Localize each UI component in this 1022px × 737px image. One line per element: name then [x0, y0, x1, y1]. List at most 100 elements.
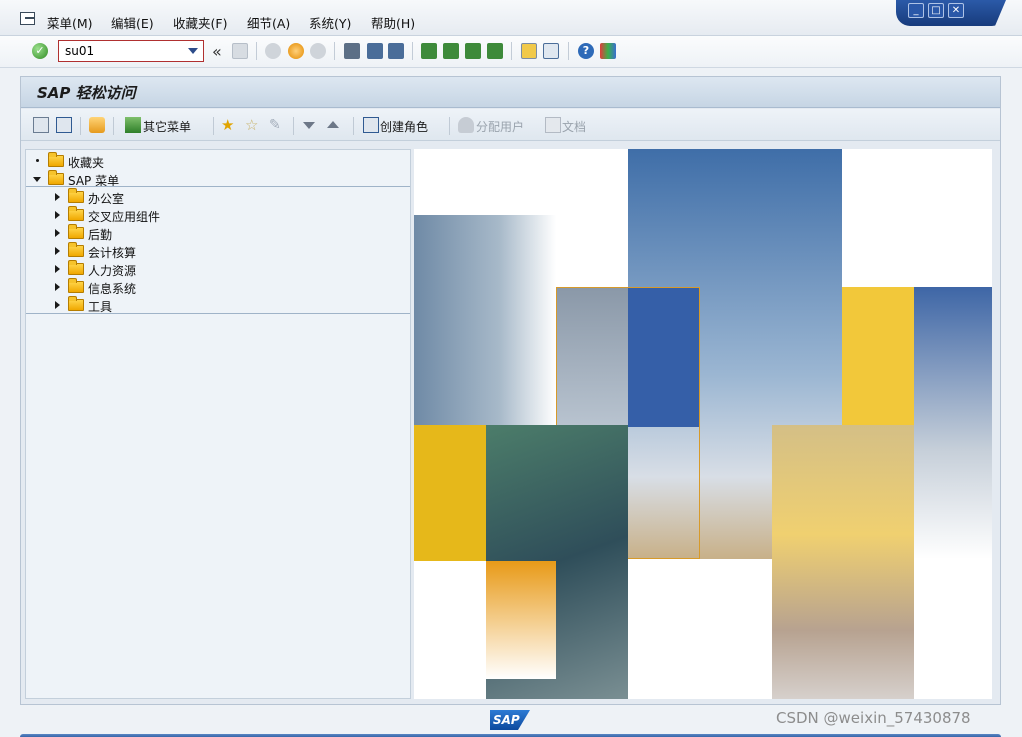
tree-node-human-resources[interactable]: 人力资源	[26, 260, 410, 279]
footer: SAP CSDN @weixin_57430878	[0, 705, 1022, 737]
tree-node-label: 办公室	[88, 192, 125, 206]
orange-gradient-panel	[486, 561, 556, 679]
delete-favorite-icon[interactable]: ☆	[245, 117, 261, 133]
menu-icon[interactable]	[20, 12, 35, 25]
industrial-collage-image	[414, 149, 992, 699]
tree-node-label: 信息系统	[88, 282, 137, 296]
toolbar-separator	[449, 117, 450, 135]
toolbar-separator	[113, 117, 114, 135]
find-next-icon[interactable]	[388, 43, 404, 59]
folder-icon	[68, 242, 84, 257]
collapsed-arrow-icon[interactable]	[55, 211, 60, 219]
minimize-button[interactable]: _	[908, 3, 924, 18]
open-folder-icon	[48, 170, 64, 185]
save-icon[interactable]	[232, 43, 248, 59]
back-icon[interactable]	[265, 43, 281, 59]
tree-node-accounting[interactable]: 会计核算	[26, 242, 410, 261]
tree-node-label: 人力资源	[88, 264, 137, 278]
chevron-down-icon[interactable]	[188, 48, 198, 54]
storage-tank-image	[914, 287, 992, 559]
menu-favorites[interactable]: 收藏夹(F)	[173, 13, 227, 32]
documentation-icon	[545, 117, 561, 133]
shortcut-icon[interactable]	[543, 43, 559, 59]
edit-pencil-icon[interactable]: ✎	[269, 117, 285, 133]
toolbar-separator	[293, 117, 294, 135]
assign-users-icon	[458, 117, 474, 133]
next-page-icon[interactable]	[465, 43, 481, 59]
print-icon[interactable]	[344, 43, 360, 59]
folder-icon	[68, 224, 84, 239]
cancel-icon[interactable]	[310, 43, 326, 59]
toolbar-separator	[511, 42, 512, 60]
standard-toolbar: ✓ « ?	[0, 36, 1022, 68]
sap-gui-window: 菜单(M) 编辑(E) 收藏夹(F) 细节(A) 系统(Y) 帮助(H) _ □…	[0, 0, 1022, 737]
tree-node-information-systems[interactable]: 信息系统	[26, 278, 410, 297]
previous-page-icon[interactable]	[443, 43, 459, 59]
collapse-command-button[interactable]: «	[212, 42, 222, 61]
toolbar-separator	[568, 42, 569, 60]
tree-node-label: 交叉应用组件	[88, 210, 161, 224]
navigation-tree: 收藏夹 SAP 菜单 办公室 交叉应用组件 后勤 会计核算 人力资源 信息系统 …	[25, 149, 411, 699]
collapsed-arrow-icon[interactable]	[55, 193, 60, 201]
enter-check-icon[interactable]: ✓	[32, 43, 48, 59]
menu-system[interactable]: 系统(Y)	[309, 13, 351, 32]
toolbar-separator	[334, 42, 335, 60]
collapsed-arrow-icon[interactable]	[55, 283, 60, 291]
yellow-panel	[842, 287, 914, 425]
menu-help[interactable]: 帮助(H)	[371, 13, 415, 32]
tree-node-logistics[interactable]: 后勤	[26, 224, 410, 243]
expanded-arrow-icon[interactable]	[33, 177, 41, 182]
folder-icon	[68, 206, 84, 221]
command-input[interactable]	[59, 41, 183, 61]
collapsed-arrow-icon[interactable]	[55, 247, 60, 255]
refinery-tanks-image	[414, 215, 556, 425]
add-favorite-icon[interactable]: ★	[221, 117, 237, 133]
help-icon[interactable]: ?	[578, 43, 594, 59]
page-title: SAP 轻松访问	[37, 84, 136, 102]
bullet-icon	[36, 159, 39, 162]
collapsed-arrow-icon[interactable]	[55, 301, 60, 309]
menu-menu[interactable]: 菜单(M)	[47, 13, 93, 32]
folder-icon	[68, 188, 84, 203]
tree-node-label: 会计核算	[88, 246, 137, 260]
window-controls: _ □ ✕	[896, 0, 1006, 26]
title-bar: SAP 轻松访问	[21, 77, 1000, 108]
main-panel: SAP 轻松访问 其它菜单 ★ ☆ ✎ 创建角色 分配用户 文档 收藏夹 SAP…	[20, 76, 1001, 705]
move-up-icon[interactable]	[327, 121, 339, 128]
tree-node-cross-application[interactable]: 交叉应用组件	[26, 206, 410, 225]
watermark: CSDN @weixin_57430878	[776, 709, 971, 727]
collapsed-arrow-icon[interactable]	[55, 229, 60, 237]
sap-menu-icon[interactable]	[56, 117, 72, 133]
tree-divider	[26, 186, 410, 187]
tree-node-favorites[interactable]: 收藏夹	[26, 152, 410, 171]
customize-layout-icon[interactable]	[600, 43, 616, 59]
user-menu-icon[interactable]	[33, 117, 49, 133]
yellow-panel	[414, 425, 486, 561]
folder-icon	[68, 296, 84, 311]
maximize-button[interactable]: □	[928, 3, 944, 18]
new-session-icon[interactable]	[521, 43, 537, 59]
close-button[interactable]: ✕	[948, 3, 964, 18]
menu-details[interactable]: 细节(A)	[247, 13, 290, 32]
collapsed-arrow-icon[interactable]	[55, 265, 60, 273]
other-menu-button[interactable]: 其它菜单	[143, 118, 191, 135]
other-menu-icon[interactable]	[125, 117, 141, 133]
business-workplace-icon[interactable]	[89, 117, 105, 133]
tree-divider	[26, 313, 410, 314]
find-icon[interactable]	[367, 43, 383, 59]
move-down-icon[interactable]	[303, 122, 315, 129]
documentation-button: 文档	[562, 120, 587, 134]
toolbar-separator	[213, 117, 214, 135]
first-page-icon[interactable]	[421, 43, 437, 59]
exit-icon[interactable]	[288, 43, 304, 59]
toolbar-separator	[256, 42, 257, 60]
tree-node-office[interactable]: 办公室	[26, 188, 410, 207]
folder-icon	[68, 260, 84, 275]
folder-icon	[48, 152, 64, 167]
command-field[interactable]	[58, 40, 204, 62]
create-role-icon[interactable]	[363, 117, 379, 133]
last-page-icon[interactable]	[487, 43, 503, 59]
create-role-button[interactable]: 创建角色	[380, 118, 428, 135]
menu-edit[interactable]: 编辑(E)	[111, 13, 154, 32]
toolbar-separator	[412, 42, 413, 60]
